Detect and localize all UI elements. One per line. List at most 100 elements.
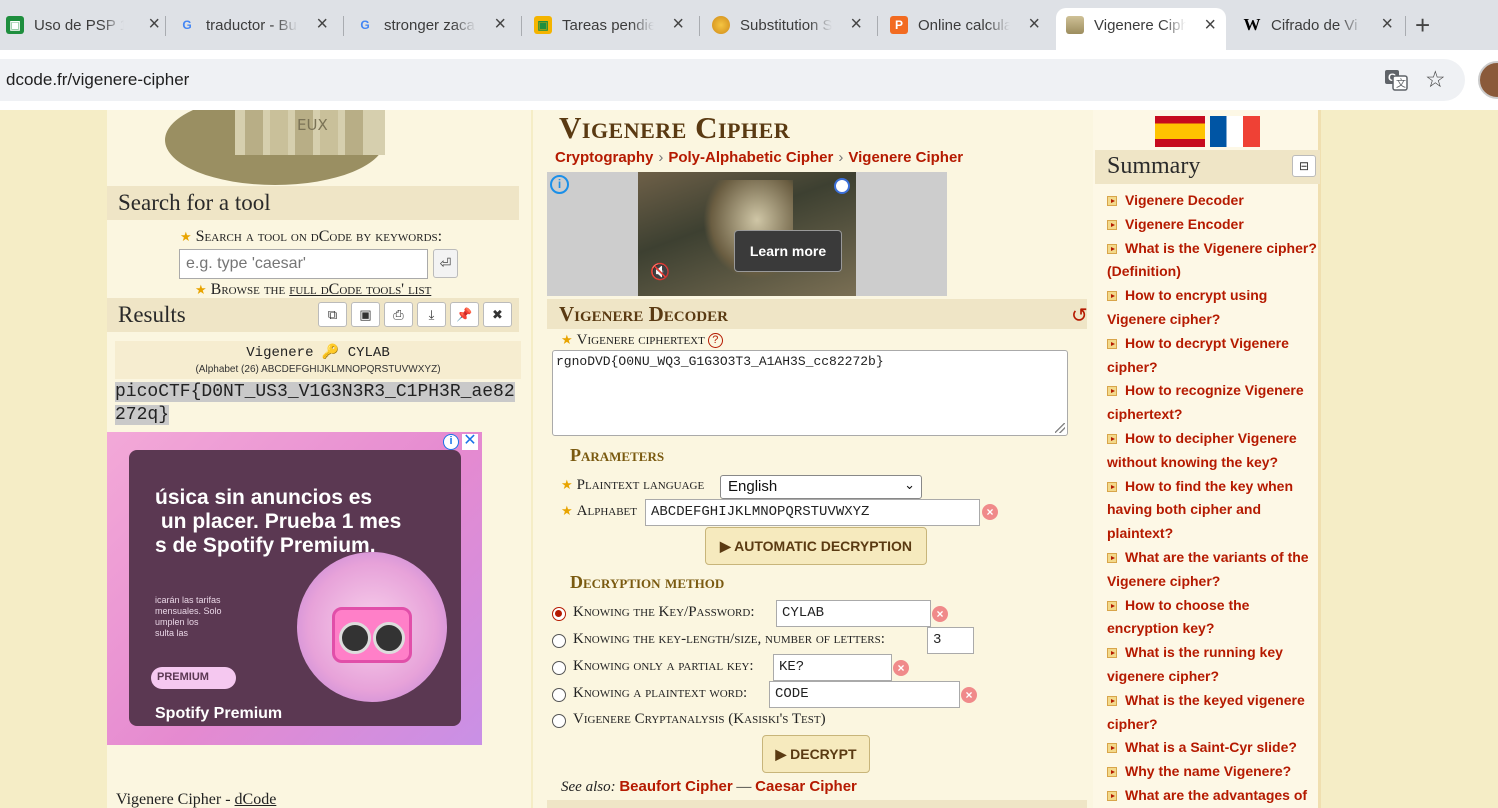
- breadcrumb-item[interactable]: Poly-Alphabetic Cipher: [668, 149, 833, 166]
- dcode-link[interactable]: dCode: [235, 791, 277, 808]
- caesar-cipher-link[interactable]: Caesar Cipher: [755, 778, 857, 795]
- arrow-bullet-icon: [1107, 600, 1117, 611]
- close-icon[interactable]: ×: [672, 14, 684, 34]
- print-icon[interactable]: ⎙: [384, 302, 413, 327]
- download-icon[interactable]: ⤓: [417, 302, 446, 327]
- summary-item[interactable]: What are the advantages of: [1107, 784, 1319, 808]
- automatic-decryption-button[interactable]: ▶ AUTOMATIC DECRYPTION: [705, 527, 927, 565]
- learn-more-button[interactable]: Learn more: [734, 230, 842, 272]
- summary-item-text: Vigenere Encoder: [1125, 215, 1244, 232]
- classroom-icon: ▣: [6, 16, 24, 34]
- method-radio-kasiski[interactable]: [552, 714, 566, 728]
- summary-item[interactable]: How to choose the encryption key?: [1107, 594, 1319, 642]
- copy-icon[interactable]: ⧉: [318, 302, 347, 327]
- summary-item[interactable]: How to encrypt using Vigenere cipher?: [1107, 284, 1319, 332]
- close-icon[interactable]: ×: [494, 14, 506, 34]
- close-icon[interactable]: ×: [1381, 14, 1393, 34]
- summary-item[interactable]: Why the name Vigenere?: [1107, 760, 1319, 784]
- close-icon[interactable]: ×: [316, 14, 328, 34]
- new-tab-button[interactable]: +: [1415, 12, 1430, 38]
- close-icon[interactable]: ×: [148, 14, 160, 34]
- enter-icon[interactable]: ⏎: [433, 249, 458, 278]
- clear-icon[interactable]: ×: [982, 504, 998, 520]
- summary-item[interactable]: How to recognize Vigenere ciphertext?: [1107, 379, 1319, 427]
- translate-icon[interactable]: G 文: [1383, 67, 1409, 93]
- mute-icon[interactable]: 🔇: [650, 262, 670, 282]
- close-icon[interactable]: ✖: [483, 302, 512, 327]
- tab-vigenere-cipher[interactable]: Vigenere Ciph ×: [1056, 8, 1226, 50]
- summary-item[interactable]: What is the Vigenere cipher? (Definition…: [1107, 237, 1319, 285]
- summary-item[interactable]: How to decipher Vigenere without knowing…: [1107, 427, 1319, 475]
- pin-icon[interactable]: 📌: [450, 302, 479, 327]
- method-radio-plaintext-word[interactable]: [552, 688, 566, 702]
- ciphertext-textarea[interactable]: rgnoDVD{O0NU_WQ3_G1G3O3T3_A1AH3S_cc82272…: [552, 350, 1068, 436]
- wikipedia-icon: W: [1243, 15, 1261, 34]
- screenshot-icon[interactable]: ▣: [351, 302, 380, 327]
- ad-close-icon[interactable]: ✕: [462, 433, 478, 450]
- tab-traductor[interactable]: G traductor - Bu ×: [178, 8, 338, 42]
- clear-icon[interactable]: ×: [893, 660, 909, 676]
- close-icon[interactable]: ×: [1204, 15, 1216, 35]
- ad-info-icon[interactable]: i: [550, 175, 569, 194]
- method-radio-key-length[interactable]: [552, 634, 566, 648]
- spanish-flag-icon[interactable]: [1155, 116, 1205, 147]
- clear-icon[interactable]: ×: [961, 687, 977, 703]
- partial-key-input[interactable]: KE?: [773, 654, 892, 681]
- key-length-input[interactable]: 3: [927, 627, 974, 654]
- method-label-key: Knowing the Key/Password:: [573, 604, 755, 620]
- bookmark-star-icon[interactable]: ☆: [1425, 66, 1446, 93]
- cryptex-logo-image: EUX: [165, 110, 385, 185]
- tab-substitution[interactable]: Substitution S ×: [712, 8, 872, 42]
- method-radio-partial-key[interactable]: [552, 661, 566, 675]
- ad-info-icon[interactable]: i: [443, 434, 459, 450]
- summary-item[interactable]: What is a Saint-Cyr slide?: [1107, 736, 1319, 760]
- result-plaintext[interactable]: picoCTF{D0NT_US3_V1G3N3R3_C1PH3R_ae82 27…: [115, 381, 528, 427]
- french-flag-icon[interactable]: [1210, 116, 1260, 147]
- tab-tareas[interactable]: ▣ Tareas pendie ×: [534, 8, 694, 42]
- plaintext-word-input[interactable]: CODE: [769, 681, 960, 708]
- summary-item[interactable]: How to decrypt Vigenere cipher?: [1107, 332, 1319, 380]
- summary-item-text: What is a Saint-Cyr slide?: [1125, 739, 1297, 756]
- summary-item[interactable]: Vigenere Encoder: [1107, 213, 1319, 237]
- full-tools-list-link[interactable]: full dCode tools' list: [289, 281, 431, 298]
- summary-item[interactable]: What are the variants of the Vigenere ci…: [1107, 546, 1319, 594]
- tab-cifrado-de-vigenere[interactable]: W Cifrado de Vi ×: [1243, 8, 1403, 42]
- language-label-text: Plaintext language: [576, 477, 705, 493]
- beaufort-cipher-link[interactable]: Beaufort Cipher: [619, 778, 732, 795]
- arrow-bullet-icon: [1107, 767, 1117, 778]
- search-input[interactable]: [179, 249, 428, 279]
- calculator-icon: P: [890, 16, 908, 34]
- parameters-title: Parameters: [570, 445, 665, 465]
- reset-icon[interactable]: ↺: [1071, 303, 1088, 328]
- method-radio-key[interactable]: [552, 607, 566, 621]
- help-icon[interactable]: ?: [707, 333, 723, 348]
- breadcrumb-item[interactable]: Vigenere Cipher: [848, 149, 963, 166]
- omnibox[interactable]: [0, 59, 1465, 101]
- browse-tools-link[interactable]: ★ Browse the full dCode tools' list: [195, 281, 431, 299]
- decrypt-button[interactable]: ▶ DECRYPT: [762, 735, 870, 773]
- tab-stronger[interactable]: G stronger zaca ×: [356, 8, 516, 42]
- summary-item[interactable]: What is the keyed vigenere cipher?: [1107, 689, 1319, 737]
- spotify-ad[interactable]: úsica sin anuncios es un placer. Prueba …: [107, 432, 482, 745]
- video-ad[interactable]: i 🔇 Learn more: [547, 172, 947, 296]
- resize-handle[interactable]: [1055, 423, 1065, 433]
- alphabet-input[interactable]: ABCDEFGHIJKLMNOPQRSTUVWXYZ: [645, 499, 980, 526]
- clear-icon[interactable]: ×: [932, 606, 948, 622]
- url-text[interactable]: dcode.fr/vigenere-cipher: [6, 70, 189, 90]
- tab-online-calculator[interactable]: P Online calcula ×: [890, 8, 1050, 42]
- next-section-heading: [547, 800, 1087, 808]
- arrow-bullet-icon: [1107, 695, 1117, 706]
- method-label-partial-key: Knowing only a partial key:: [573, 658, 754, 674]
- summary-item[interactable]: Vigenere Decoder: [1107, 189, 1319, 213]
- language-select[interactable]: English ⌄: [720, 475, 922, 499]
- close-icon[interactable]: ×: [1028, 14, 1040, 34]
- collapse-icon[interactable]: ⊟: [1292, 155, 1316, 177]
- tab-uso-de-psp[interactable]: ▣ Uso de PSP 1 ×: [0, 8, 170, 42]
- breadcrumb-item[interactable]: Cryptography: [555, 149, 653, 166]
- key-input[interactable]: CYLAB: [776, 600, 931, 627]
- summary-item[interactable]: How to find the key when having both cip…: [1107, 475, 1319, 546]
- breadcrumb-separator: ›: [658, 149, 664, 166]
- tab-separator: [165, 16, 166, 36]
- close-icon[interactable]: ×: [850, 14, 862, 34]
- summary-item[interactable]: What is the running key vigenere cipher?: [1107, 641, 1319, 689]
